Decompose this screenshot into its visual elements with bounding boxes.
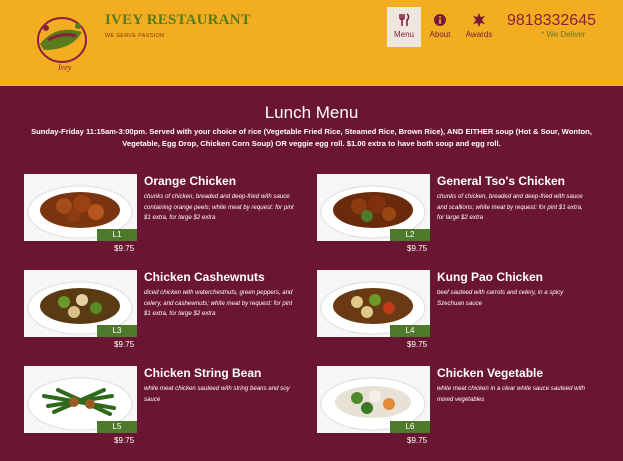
item-description: chunks of chicken, breaded and deep-frie… (144, 193, 294, 221)
item-price: $9.75 (407, 244, 428, 253)
site-header: Ivey IVEY RESTAURANT WE SERVE PASSION Me… (0, 0, 623, 86)
restaurant-icon (399, 13, 410, 26)
item-price: $9.75 (114, 340, 135, 349)
dish-photo: L1 (24, 174, 137, 241)
dish-photo: L3 (24, 270, 137, 337)
nav-menu-label: Menu (393, 30, 414, 39)
info-icon (434, 14, 446, 26)
page-title: Lunch Menu (264, 103, 359, 122)
item-code: L6 (390, 421, 430, 433)
delivery-note: * We Deliver (541, 30, 586, 39)
item-code: L4 (390, 325, 430, 337)
item-description: chunks of chicken, breaded and deep-frie… (437, 193, 583, 221)
item-code: L1 (97, 229, 137, 241)
menu-item[interactable]: L3 $9.75 Chicken Cashewnuts diced chicke… (24, 270, 314, 360)
restaurant-logo[interactable]: Ivey (26, 10, 98, 74)
svg-text:Ivey: Ivey (57, 63, 72, 72)
item-code: L2 (390, 229, 430, 241)
item-name[interactable]: Chicken Cashewnuts (144, 270, 265, 284)
nav-about[interactable]: About (425, 7, 455, 47)
nav-about-label: About (429, 30, 451, 39)
item-price: $9.75 (407, 340, 428, 349)
nav-awards[interactable]: Awards (463, 7, 495, 47)
brand-tagline: WE SERVE PASSION (105, 33, 165, 39)
phone-number[interactable]: 9818332645 (507, 12, 596, 30)
item-description: white meat chicken sauteed with string b… (144, 385, 290, 403)
item-name[interactable]: Kung Pao Chicken (437, 270, 543, 284)
item-name[interactable]: General Tso's Chicken (437, 174, 565, 188)
menu-item[interactable]: L6 $9.75 Chicken Vegetable white meat ch… (317, 366, 607, 456)
dish-photo: L5 (24, 366, 137, 433)
menu-item[interactable]: L5 $9.75 Chicken String Bean white meat … (24, 366, 314, 456)
dish-photo: L6 (317, 366, 430, 433)
menu-item[interactable]: L2 $9.75 General Tso's Chicken chunks of… (317, 174, 607, 264)
award-icon (473, 13, 485, 27)
item-name[interactable]: Chicken String Bean (144, 366, 261, 380)
dish-photo: L2 (317, 174, 430, 241)
item-code: L5 (97, 421, 137, 433)
item-description: white meat chicken in a clear white sauc… (437, 385, 586, 403)
item-price: $9.75 (114, 244, 135, 253)
item-description: diced chicken with waterchestnuts, green… (144, 289, 293, 317)
item-name[interactable]: Orange Chicken (144, 174, 236, 188)
dish-photo: L4 (317, 270, 430, 337)
item-code: L3 (97, 325, 137, 337)
brand-name[interactable]: IVEY RESTAURANT (105, 12, 251, 29)
nav-menu[interactable]: Menu (387, 7, 421, 47)
item-name[interactable]: Chicken Vegetable (437, 366, 543, 380)
item-description: beef sauteed with carrots and celery, in… (437, 289, 564, 307)
menu-item[interactable]: L4 $9.75 Kung Pao Chicken beef sauteed w… (317, 270, 607, 360)
item-price: $9.75 (407, 436, 428, 445)
menu-item[interactable]: L1 $9.75 Orange Chicken chunks of chicke… (24, 174, 314, 264)
item-price: $9.75 (114, 436, 135, 445)
lunch-description: Sunday-Friday 11:15am-3:00pm. Served wit… (31, 127, 592, 148)
nav-awards-label: Awards (465, 30, 493, 39)
